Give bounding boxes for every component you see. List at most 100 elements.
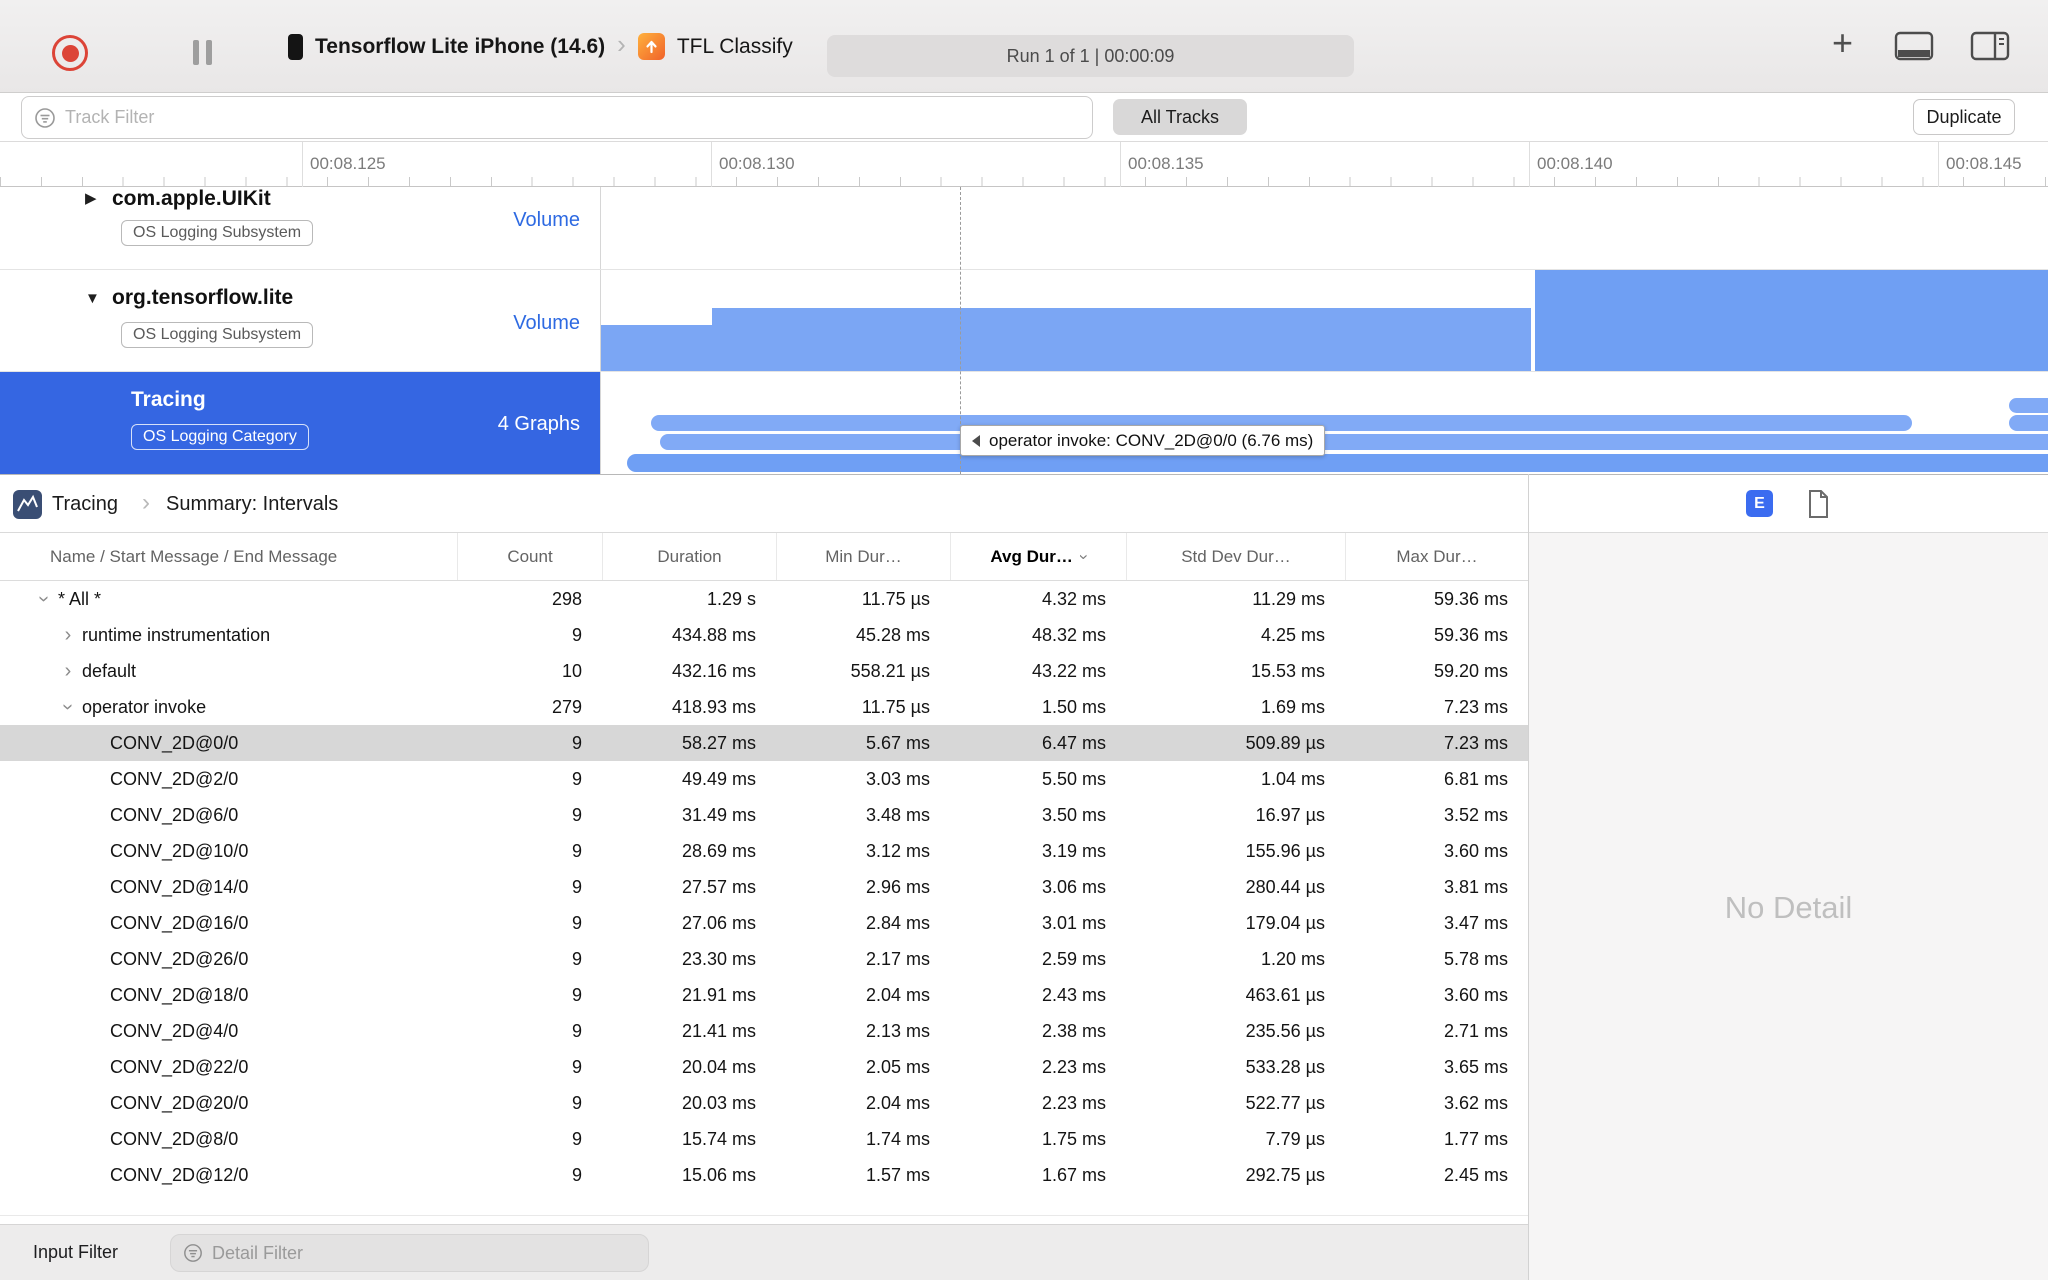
duration-cell: 27.06 ms <box>681 912 756 933</box>
column-label: Min Dur… <box>825 546 902 566</box>
interval-bar[interactable] <box>660 434 2048 450</box>
document-icon[interactable] <box>1807 489 1830 524</box>
expanded-detail-button[interactable]: E <box>1746 490 1773 517</box>
table-row[interactable]: CONV_2D@26/0 9 23.30 ms 2.17 ms 2.59 ms 1.20 … <box>0 941 1528 977</box>
table-row[interactable]: CONV_2D@6/0 9 31.49 ms 3.48 ms 3.50 ms 16.97 … <box>0 797 1528 833</box>
table-row[interactable]: CONV_2D@10/0 9 28.69 ms 3.12 ms 3.19 ms 155.9… <box>0 833 1528 869</box>
add-instrument-button[interactable]: + <box>1832 22 1853 64</box>
name-cell: CONV_2D@0/0 <box>0 733 457 754</box>
max-duration-cell: 3.65 ms <box>1443 1056 1508 1077</box>
record-button[interactable] <box>52 35 88 71</box>
row-name: CONV_2D@8/0 <box>110 1128 239 1149</box>
name-cell: CONV_2D@20/0 <box>0 1093 457 1114</box>
duration-cell: 20.04 ms <box>681 1056 756 1077</box>
track-lane-tracing[interactable] <box>601 372 2048 474</box>
column-label: Max Dur… <box>1396 546 1478 566</box>
duration-cell: 21.91 ms <box>681 984 756 1005</box>
pause-button[interactable] <box>193 40 212 65</box>
disclosure-closed-icon[interactable]: ▶ <box>85 189 97 207</box>
track-head-uikit[interactable]: ▶ com.apple.UIKit OS Logging Subsystem V… <box>0 187 601 269</box>
breadcrumb-instrument[interactable]: Tracing <box>52 493 118 516</box>
disclosure-closed-icon[interactable]: › <box>59 661 77 681</box>
avg-duration-cell: 3.19 ms <box>1041 840 1106 861</box>
track-filter-field[interactable] <box>21 96 1093 139</box>
interval-bar[interactable] <box>2009 398 2048 413</box>
interval-bar[interactable] <box>2009 415 2048 431</box>
timeline-ruler[interactable]: 00:08.125 00:08.130 00:08.135 00:08.140 00:0… <box>0 142 2048 187</box>
column-header-min-dur[interactable]: Min Dur… <box>776 533 950 580</box>
disclosure-open-icon[interactable]: ▼ <box>85 290 100 307</box>
disclosure-open-icon[interactable]: › <box>57 698 79 716</box>
max-duration-cell: 3.81 ms <box>1443 876 1508 897</box>
duration-cell: 31.49 ms <box>681 804 756 825</box>
table-row[interactable]: CONV_2D@8/0 9 15.74 ms 1.74 ms 1.75 ms 7.79 µ… <box>0 1121 1528 1157</box>
table-row[interactable]: CONV_2D@12/0 9 15.06 ms 1.57 ms 1.67 ms 292.7… <box>0 1157 1528 1193</box>
avg-duration-cell: 3.50 ms <box>1041 804 1106 825</box>
column-header-avg-dur[interactable]: Avg Dur… › <box>950 533 1126 580</box>
table-row[interactable]: CONV_2D@22/0 9 20.04 ms 2.05 ms 2.23 ms 533.2… <box>0 1049 1528 1085</box>
duration-cell: 49.49 ms <box>681 768 756 789</box>
all-tracks-button[interactable]: All Tracks <box>1113 99 1247 135</box>
column-header-duration[interactable]: Duration <box>602 533 776 580</box>
disclosure-closed-icon[interactable]: › <box>59 625 77 645</box>
max-duration-cell: 3.60 ms <box>1443 840 1508 861</box>
track-row-tensorflow[interactable]: ▼ org.tensorflow.lite OS Logging Subsyst… <box>0 270 2048 372</box>
std-dev-duration-cell: 522.77 µs <box>1245 1092 1325 1113</box>
record-icon <box>61 44 79 62</box>
target-selector[interactable]: Tensorflow Lite iPhone (14.6) › TFL Clas… <box>288 0 793 93</box>
min-duration-cell: 2.05 ms <box>865 1056 930 1077</box>
table-row[interactable]: CONV_2D@18/0 9 21.91 ms 2.04 ms 2.43 ms 463.6… <box>0 977 1528 1013</box>
track-lane-tensorflow[interactable] <box>601 270 2048 371</box>
row-name: CONV_2D@4/0 <box>110 1020 239 1041</box>
track-head-tensorflow[interactable]: ▼ org.tensorflow.lite OS Logging Subsyst… <box>0 270 601 371</box>
table-row[interactable]: CONV_2D@16/0 9 27.06 ms 2.84 ms 3.01 ms 179.0… <box>0 905 1528 941</box>
summary-table-header: Name / Start Message / End Message Count D… <box>0 533 1528 581</box>
table-row[interactable]: CONV_2D@2/0 9 49.49 ms 3.03 ms 5.50 ms 1.04 m… <box>0 761 1528 797</box>
duration-cell: 27.57 ms <box>681 876 756 897</box>
row-name: default <box>82 660 137 681</box>
disclosure-open-icon[interactable]: › <box>33 590 55 608</box>
track-lane-uikit[interactable] <box>601 187 2048 269</box>
toggle-right-panel-button[interactable] <box>1970 31 2010 66</box>
breadcrumb-view[interactable]: Summary: Intervals <box>166 493 338 516</box>
min-duration-cell: 2.96 ms <box>865 876 930 897</box>
count-cell: 9 <box>571 840 582 861</box>
column-header-count[interactable]: Count <box>457 533 602 580</box>
column-header-name-start-message-end-message[interactable]: Name / Start Message / End Message <box>0 533 457 580</box>
table-row[interactable]: CONV_2D@0/0 9 58.27 ms 5.67 ms 6.47 ms 509.89… <box>0 725 1528 761</box>
max-duration-cell: 59.20 ms <box>1433 660 1508 681</box>
column-header-std-dev-dur[interactable]: Std Dev Dur… <box>1126 533 1345 580</box>
table-row[interactable]: › * All * 298 1.29 s 11.75 µs 4.32 ms 11.29 ms… <box>0 581 1528 617</box>
std-dev-duration-cell: 280.44 µs <box>1245 876 1325 897</box>
sort-chevron-down-icon: › <box>1074 553 1094 560</box>
detail-filter-field[interactable] <box>170 1234 649 1272</box>
track-row-tracing[interactable]: Tracing OS Logging Category 4 Graphs <box>0 372 2048 474</box>
avg-duration-cell: 6.47 ms <box>1041 732 1106 753</box>
table-row[interactable]: › operator invoke 279 418.93 ms 11.75 µs 1.50… <box>0 689 1528 725</box>
duplicate-button[interactable]: Duplicate <box>1913 99 2015 135</box>
max-duration-cell: 7.23 ms <box>1443 696 1508 717</box>
max-duration-cell: 7.23 ms <box>1443 732 1508 753</box>
name-cell: CONV_2D@10/0 <box>0 841 457 862</box>
column-header-max-dur[interactable]: Max Dur… <box>1345 533 1528 580</box>
name-cell: CONV_2D@16/0 <box>0 913 457 934</box>
name-cell: CONV_2D@12/0 <box>0 1165 457 1186</box>
detail-header: Tracing › Summary: Intervals E <box>0 474 2048 533</box>
table-row[interactable]: CONV_2D@4/0 9 21.41 ms 2.13 ms 2.38 ms 235.56… <box>0 1013 1528 1049</box>
track-filter-input[interactable] <box>65 107 1080 128</box>
max-duration-cell: 2.71 ms <box>1443 1020 1508 1041</box>
device-name: Tensorflow Lite iPhone (14.6) <box>315 34 606 58</box>
track-head-tracing[interactable]: Tracing OS Logging Category 4 Graphs <box>0 372 601 474</box>
table-row[interactable]: › runtime instrumentation 9 434.88 ms 45.28 … <box>0 617 1528 653</box>
table-row[interactable]: CONV_2D@20/0 9 20.03 ms 2.04 ms 2.23 ms 522.7… <box>0 1085 1528 1121</box>
track-row-uikit[interactable]: ▶ com.apple.UIKit OS Logging Subsystem V… <box>0 187 2048 270</box>
detail-filter-input[interactable] <box>212 1242 636 1264</box>
std-dev-duration-cell: 1.04 ms <box>1260 768 1325 789</box>
run-status: Run 1 of 1 | 00:00:09 <box>827 35 1354 77</box>
summary-table-body: › * All * 298 1.29 s 11.75 µs 4.32 ms 11.29 ms… <box>0 581 1528 1193</box>
toggle-bottom-panel-button[interactable] <box>1894 31 1934 66</box>
table-row[interactable]: › default 10 432.16 ms 558.21 µs 43.22 ms 15.5… <box>0 653 1528 689</box>
table-row[interactable]: CONV_2D@14/0 9 27.57 ms 2.96 ms 3.06 ms 280.4… <box>0 869 1528 905</box>
interval-bar[interactable] <box>627 454 2048 472</box>
avg-duration-cell: 43.22 ms <box>1031 660 1106 681</box>
